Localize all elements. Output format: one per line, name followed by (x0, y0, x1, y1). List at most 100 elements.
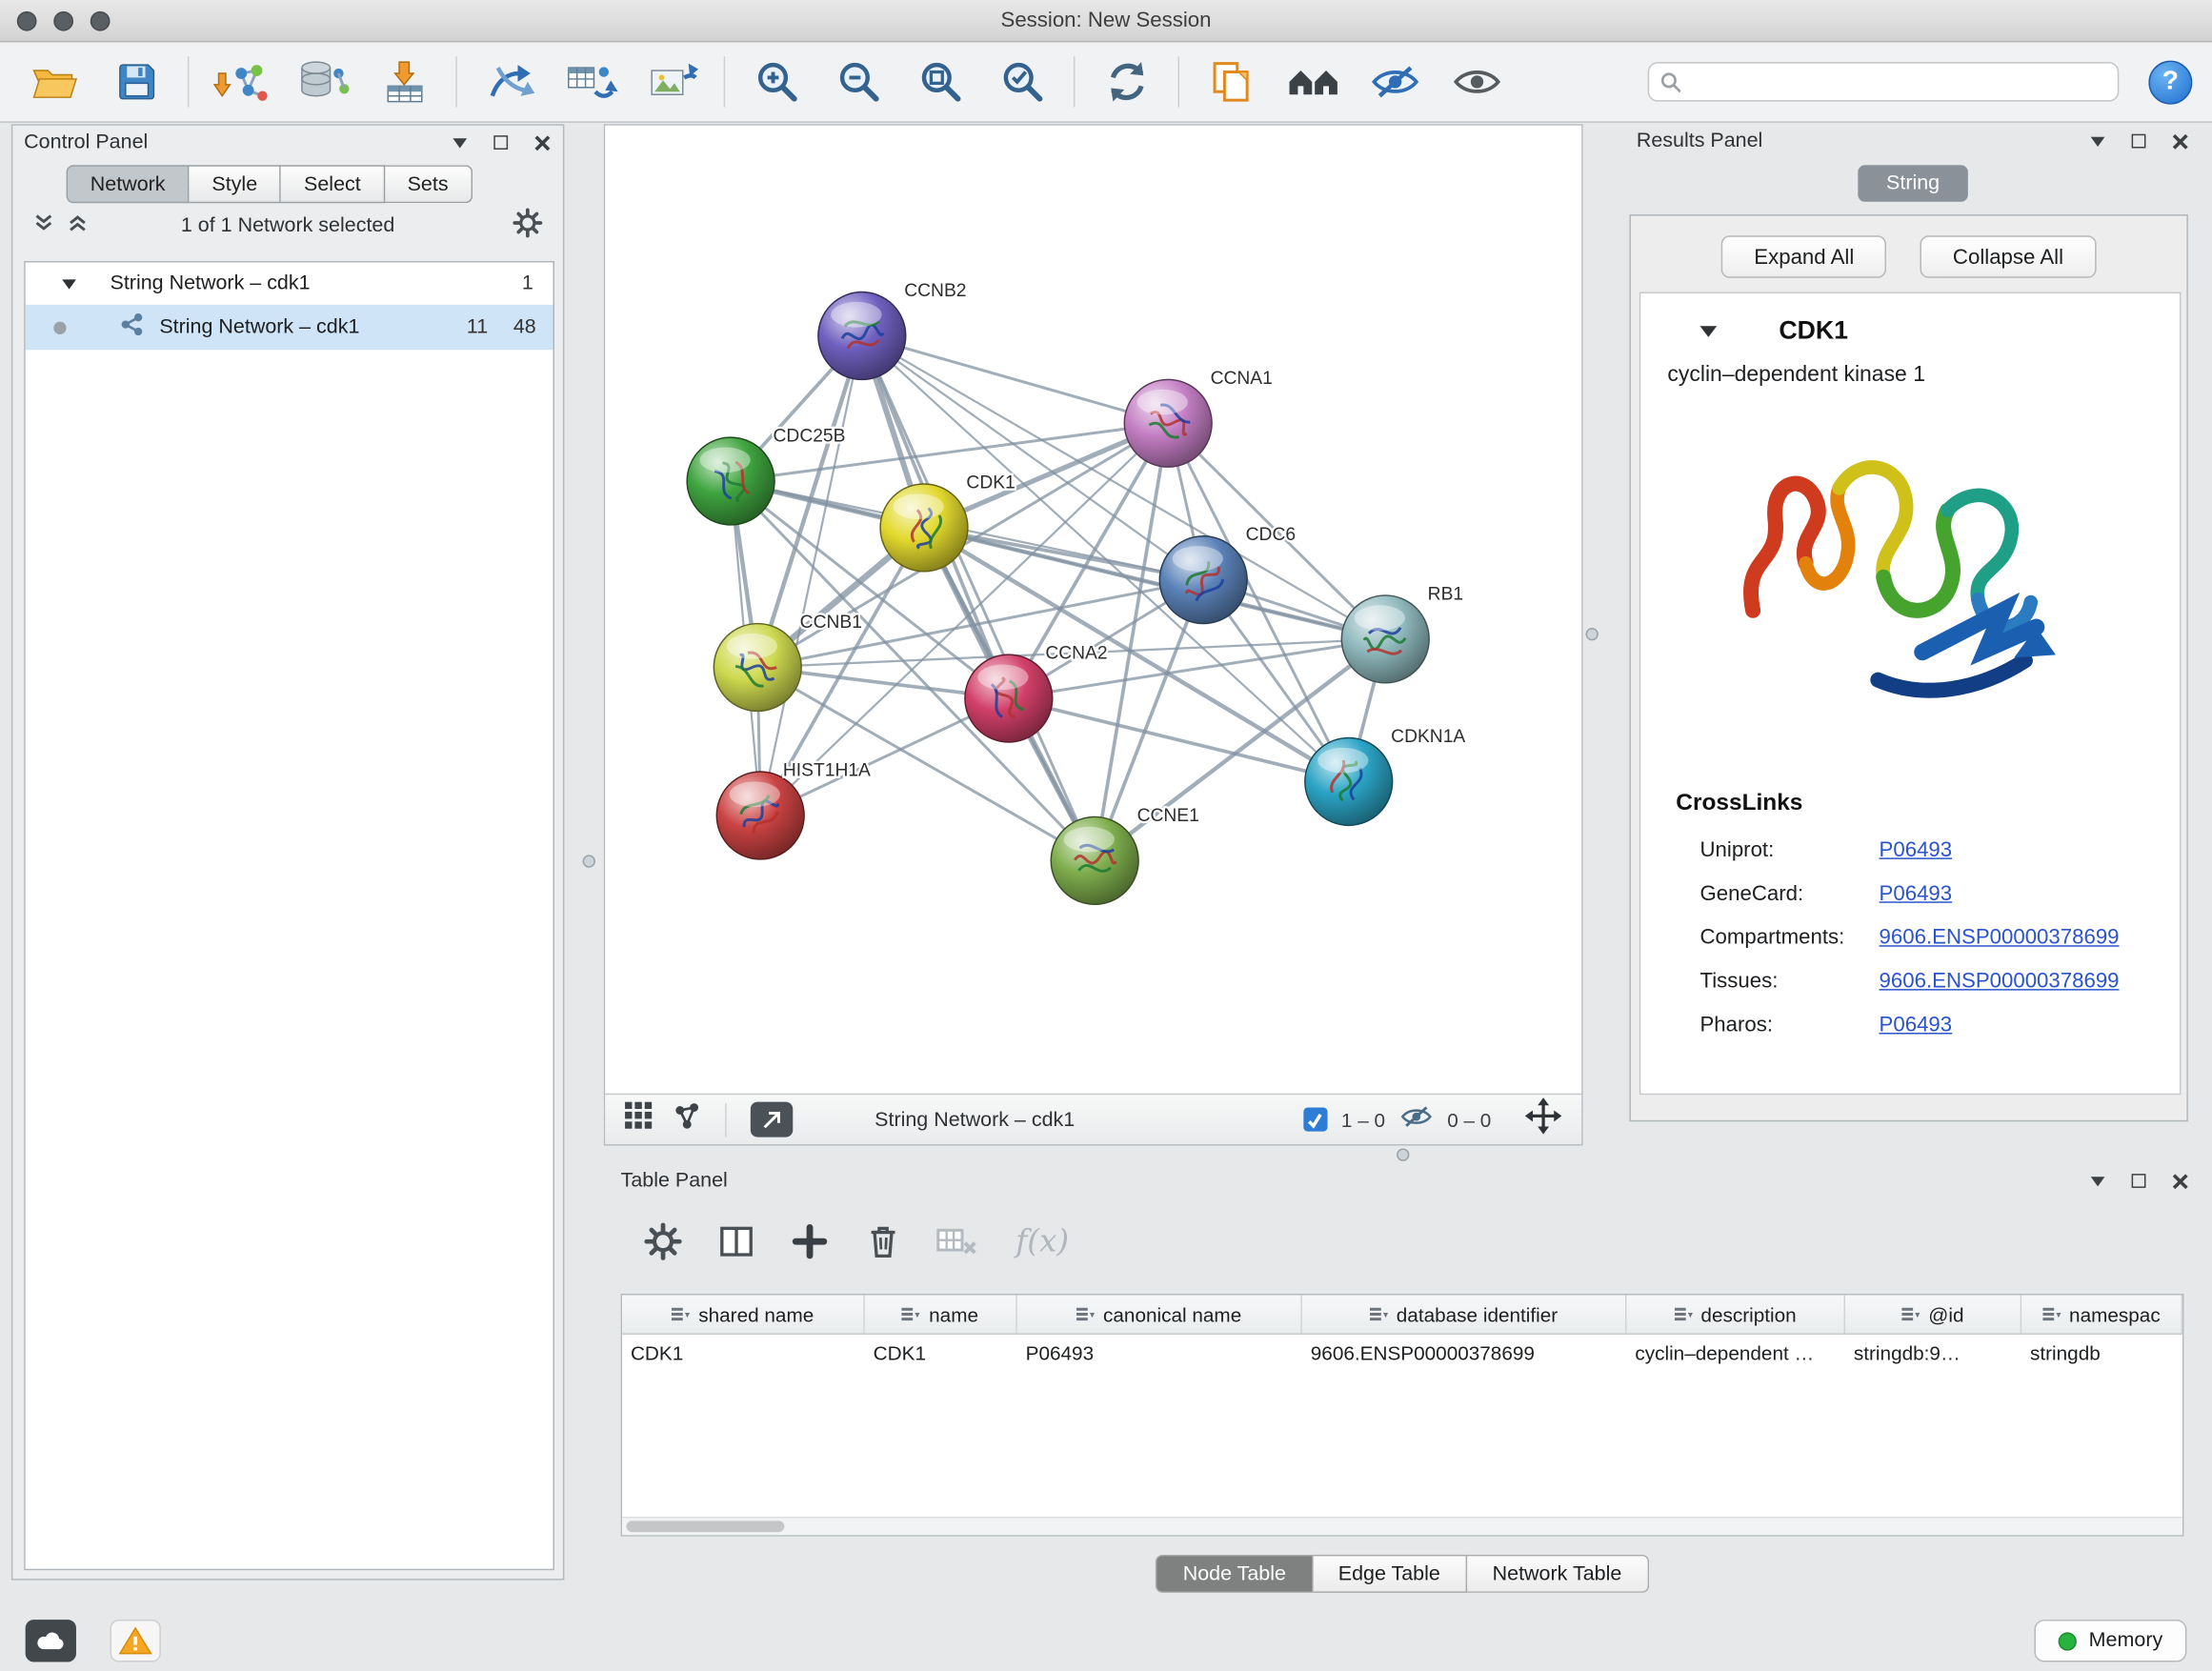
panel-float-button[interactable] (2129, 131, 2149, 151)
expand-all-button[interactable]: Expand All (1721, 235, 1886, 277)
column-header-canonical-name[interactable]: canonical name (1017, 1295, 1302, 1333)
import-network-database-button[interactable] (288, 50, 357, 114)
tab-node-table[interactable]: Node Table (1156, 1555, 1314, 1593)
tab-string[interactable]: String (1858, 165, 1968, 202)
node-label: HIST1H1A (783, 760, 871, 780)
panel-close-button[interactable] (2170, 1171, 2190, 1191)
splitter-handle[interactable] (1586, 628, 1599, 640)
table-horizontal-scrollbar[interactable] (622, 1517, 2182, 1535)
table-cell[interactable]: P06493 (1017, 1341, 1302, 1364)
pan-move-icon[interactable] (1525, 1097, 1562, 1141)
network-node-CDK1[interactable]: CDK1 (880, 473, 1016, 571)
table-cell[interactable]: 9606.ENSP00000378699 (1302, 1341, 1627, 1364)
table-cell[interactable]: stringdb:9… (1845, 1341, 2021, 1364)
memory-button[interactable]: Memory (2034, 1620, 2186, 1661)
splitter-handle[interactable] (583, 855, 595, 867)
table-data-row[interactable]: CDK1CDK1P064939606.ENSP00000378699cyclin… (622, 1335, 2182, 1370)
export-image-button[interactable] (637, 50, 707, 114)
scrollbar-thumb[interactable] (627, 1520, 785, 1532)
delete-column-trash-icon[interactable] (860, 1218, 905, 1263)
zoom-out-button[interactable] (824, 50, 894, 114)
network-node-CCNA1[interactable]: CCNA1 (1124, 369, 1273, 467)
show-panel-button[interactable] (1441, 50, 1511, 114)
new-network-button[interactable] (474, 50, 544, 114)
column-label: namespac (2069, 1303, 2161, 1326)
toolbar-search-field[interactable] (1648, 62, 2120, 101)
save-session-button[interactable] (102, 50, 171, 114)
tab-style[interactable]: Style (190, 165, 282, 203)
hidden-eye-slash-icon[interactable] (1399, 1104, 1434, 1136)
tab-network[interactable]: Network (67, 165, 190, 203)
table-cell[interactable]: CDK1 (865, 1341, 1017, 1364)
expand-all-networks-icon[interactable] (32, 212, 55, 239)
panel-collapse-button[interactable] (450, 132, 470, 152)
disclosure-triangle-icon[interactable] (62, 272, 76, 295)
show-panels-button[interactable] (1278, 50, 1348, 114)
column-header--id[interactable]: @id (1845, 1295, 2021, 1333)
window-minimize-button[interactable] (53, 11, 73, 31)
network-canvas[interactable]: CCNB2CCNA1CDC25BCDK1CDC6RB1CCNB1CCNA2CDK… (605, 126, 1581, 1094)
column-header-namespac[interactable]: namespac (2021, 1295, 2182, 1333)
table-settings-gear-icon[interactable] (640, 1218, 685, 1263)
column-header-description[interactable]: description (1626, 1295, 1845, 1333)
network-collection-row[interactable]: String Network – cdk1 1 (26, 262, 553, 304)
open-in-new-window-button[interactable] (751, 1102, 793, 1137)
crosslink-link-uniprot[interactable]: P06493 (1880, 838, 1953, 862)
panel-float-button[interactable] (491, 132, 511, 152)
table-cell[interactable]: cyclin–dependent … (1626, 1341, 1845, 1364)
network-node-CCNB2[interactable]: CCNB2 (818, 281, 967, 379)
help-button[interactable]: ? (2148, 60, 2192, 104)
tab-select[interactable]: Select (281, 165, 385, 203)
search-input[interactable] (1690, 70, 2106, 93)
zoom-fit-button[interactable] (906, 50, 975, 114)
panel-close-button[interactable] (2170, 131, 2190, 151)
warnings-button[interactable] (111, 1620, 161, 1661)
zoom-selected-button[interactable] (988, 50, 1057, 114)
network-node-HIST1H1A[interactable]: HIST1H1A (716, 760, 871, 858)
tab-sets[interactable]: Sets (385, 165, 473, 203)
gene-detail-card: CDK1 cyclin–dependent kinase 1 (1639, 292, 2182, 1096)
network-edge-CCNB2-CCNE1[interactable] (862, 335, 1095, 860)
import-table-button[interactable] (370, 50, 439, 114)
window-zoom-button[interactable] (90, 11, 111, 31)
network-node-RB1[interactable]: RB1 (1341, 584, 1463, 682)
panel-close-button[interactable] (532, 132, 552, 152)
network-from-table-button[interactable] (555, 50, 625, 114)
selected-checkbox-icon[interactable] (1303, 1108, 1327, 1132)
splitter-handle[interactable] (1397, 1148, 1409, 1160)
show-columns-icon[interactable] (714, 1218, 758, 1263)
open-session-button[interactable] (20, 50, 90, 114)
collapse-all-networks-icon[interactable] (67, 212, 90, 239)
panel-collapse-button[interactable] (2088, 131, 2108, 151)
column-header-name[interactable]: name (865, 1295, 1017, 1333)
column-header-shared-name[interactable]: shared name (622, 1295, 865, 1333)
panel-collapse-button[interactable] (2088, 1171, 2108, 1191)
network-edge-CCNB2-CCNA1[interactable] (862, 335, 1168, 423)
birdseye-view-icon[interactable] (673, 1102, 701, 1137)
collapse-all-button[interactable]: Collapse All (1920, 235, 2096, 277)
column-header-database-identifier[interactable]: database identifier (1302, 1295, 1627, 1333)
crosslink-link-genecard[interactable]: P06493 (1880, 882, 1953, 906)
tab-edge-table[interactable]: Edge Table (1313, 1555, 1467, 1593)
crosslink-link-tissues[interactable]: 9606.ENSP00000378699 (1880, 969, 2120, 993)
network-node-CCNB1[interactable]: CCNB1 (714, 613, 862, 711)
crosslink-link-pharos[interactable]: P06493 (1880, 1013, 1953, 1037)
gene-disclosure-triangle-icon[interactable] (1699, 318, 1717, 344)
network-options-gear-icon[interactable] (513, 207, 544, 245)
import-network-file-button[interactable] (206, 50, 275, 114)
table-cell[interactable]: stringdb (2021, 1341, 2182, 1364)
cloud-button[interactable] (26, 1620, 76, 1661)
add-column-icon[interactable] (787, 1218, 832, 1263)
network-edge-CCNB2-HIST1H1A[interactable] (760, 335, 862, 815)
tab-network-table[interactable]: Network Table (1467, 1555, 1648, 1593)
panel-float-button[interactable] (2129, 1171, 2149, 1191)
crosslink-link-compartments[interactable]: 9606.ENSP00000378699 (1880, 925, 2120, 949)
grid-view-icon[interactable] (625, 1102, 654, 1137)
copy-button[interactable] (1196, 50, 1266, 114)
apply-layout-button[interactable] (1092, 50, 1161, 114)
zoom-in-button[interactable] (742, 50, 812, 114)
table-cell[interactable]: CDK1 (622, 1341, 865, 1364)
window-close-button[interactable] (17, 11, 37, 31)
network-row-selected[interactable]: String Network – cdk1 11 48 (26, 305, 553, 350)
hide-panel-button[interactable] (1360, 50, 1430, 114)
